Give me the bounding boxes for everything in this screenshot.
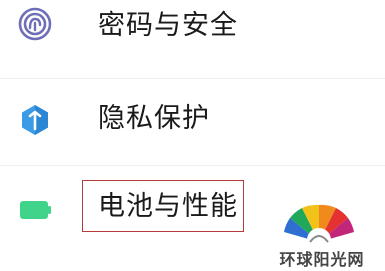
settings-item-privacy[interactable]: 隐私保护 bbox=[0, 78, 385, 158]
settings-item-label: 隐私保护 bbox=[98, 103, 210, 134]
battery-icon bbox=[18, 193, 52, 227]
settings-item-password[interactable]: 密码与安全 bbox=[0, 0, 385, 80]
watermark: 环球阳光网 bbox=[262, 202, 382, 270]
highlight-box bbox=[82, 180, 244, 232]
privacy-shield-icon bbox=[18, 103, 52, 137]
settings-item-label: 密码与安全 bbox=[98, 10, 238, 41]
watermark-text: 环球阳光网 bbox=[279, 250, 365, 269]
fingerprint-icon bbox=[18, 7, 52, 41]
sun-logo-icon bbox=[280, 202, 358, 252]
